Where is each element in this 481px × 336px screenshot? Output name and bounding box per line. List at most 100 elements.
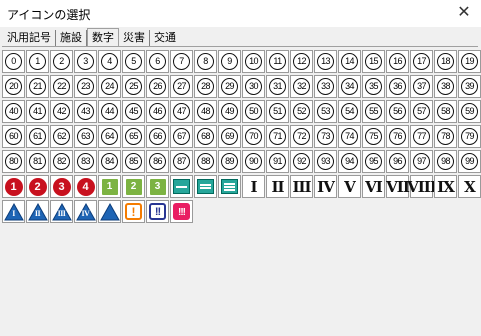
number-icon-cell[interactable]: 84 bbox=[98, 150, 121, 173]
number-icon-cell[interactable]: 97 bbox=[410, 150, 433, 173]
number-icon-cell[interactable]: 7 bbox=[170, 50, 193, 73]
number-icon-cell[interactable]: 22 bbox=[50, 75, 73, 98]
number-icon-cell[interactable]: 87 bbox=[170, 150, 193, 173]
number-icon-cell[interactable]: 29 bbox=[218, 75, 241, 98]
tab-traffic[interactable]: 交通 bbox=[150, 30, 180, 46]
number-icon-cell[interactable]: 48 bbox=[194, 100, 217, 123]
number-icon-cell[interactable]: 96 bbox=[386, 150, 409, 173]
number-icon-cell[interactable]: 99 bbox=[458, 150, 481, 173]
roman-numeral-icon-cell[interactable]: I bbox=[242, 175, 265, 198]
number-icon-cell[interactable]: 20 bbox=[2, 75, 25, 98]
number-icon-cell[interactable]: 46 bbox=[146, 100, 169, 123]
number-icon-cell[interactable]: 74 bbox=[338, 125, 361, 148]
number-icon-cell[interactable]: 67 bbox=[170, 125, 193, 148]
number-icon-cell[interactable]: 70 bbox=[242, 125, 265, 148]
triangle-icon-cell[interactable]: II bbox=[26, 200, 49, 223]
number-icon-cell[interactable]: 9 bbox=[218, 50, 241, 73]
number-icon-cell[interactable]: 33 bbox=[314, 75, 337, 98]
roman-numeral-icon-cell[interactable]: X bbox=[458, 175, 481, 198]
number-icon-cell[interactable]: 0 bbox=[2, 50, 25, 73]
number-icon-cell[interactable]: 75 bbox=[362, 125, 385, 148]
triangle-icon-cell[interactable]: I bbox=[2, 200, 25, 223]
number-icon-cell[interactable]: 45 bbox=[122, 100, 145, 123]
number-icon-cell[interactable]: 57 bbox=[410, 100, 433, 123]
number-icon-cell[interactable]: 8 bbox=[194, 50, 217, 73]
number-icon-cell[interactable]: 32 bbox=[290, 75, 313, 98]
red-number-icon-cell[interactable]: 3 bbox=[50, 175, 73, 198]
number-icon-cell[interactable]: 59 bbox=[458, 100, 481, 123]
number-icon-cell[interactable]: 95 bbox=[362, 150, 385, 173]
number-icon-cell[interactable]: 51 bbox=[266, 100, 289, 123]
number-icon-cell[interactable]: 21 bbox=[26, 75, 49, 98]
number-icon-cell[interactable]: 43 bbox=[74, 100, 97, 123]
number-icon-cell[interactable]: 4 bbox=[98, 50, 121, 73]
close-icon[interactable]: ✕ bbox=[455, 3, 473, 21]
number-icon-cell[interactable]: 81 bbox=[26, 150, 49, 173]
number-icon-cell[interactable]: 89 bbox=[218, 150, 241, 173]
number-icon-cell[interactable]: 78 bbox=[434, 125, 457, 148]
tab-facilities[interactable]: 施設 bbox=[56, 30, 87, 46]
number-icon-cell[interactable]: 53 bbox=[314, 100, 337, 123]
red-number-icon-cell[interactable]: 1 bbox=[2, 175, 25, 198]
number-icon-cell[interactable]: 30 bbox=[242, 75, 265, 98]
number-icon-cell[interactable]: 60 bbox=[2, 125, 25, 148]
number-icon-cell[interactable]: 63 bbox=[74, 125, 97, 148]
number-icon-cell[interactable]: 25 bbox=[122, 75, 145, 98]
number-icon-cell[interactable]: 93 bbox=[314, 150, 337, 173]
roman-numeral-icon-cell[interactable]: III bbox=[290, 175, 313, 198]
number-icon-cell[interactable]: 1 bbox=[26, 50, 49, 73]
green-number-icon-cell[interactable]: 2 bbox=[122, 175, 145, 198]
number-icon-cell[interactable]: 54 bbox=[338, 100, 361, 123]
number-icon-cell[interactable]: 68 bbox=[194, 125, 217, 148]
number-icon-cell[interactable]: 61 bbox=[26, 125, 49, 148]
number-icon-cell[interactable]: 34 bbox=[338, 75, 361, 98]
warning-icon-cell[interactable]: ! bbox=[122, 200, 145, 223]
number-icon-cell[interactable]: 40 bbox=[2, 100, 25, 123]
number-icon-cell[interactable]: 92 bbox=[290, 150, 313, 173]
number-icon-cell[interactable]: 6 bbox=[146, 50, 169, 73]
number-icon-cell[interactable]: 69 bbox=[218, 125, 241, 148]
roman-numeral-icon-cell[interactable]: II bbox=[266, 175, 289, 198]
number-icon-cell[interactable]: 27 bbox=[170, 75, 193, 98]
number-icon-cell[interactable]: 47 bbox=[170, 100, 193, 123]
tab-numbers[interactable]: 数字 bbox=[87, 28, 119, 47]
number-icon-cell[interactable]: 10 bbox=[242, 50, 265, 73]
number-icon-cell[interactable]: 94 bbox=[338, 150, 361, 173]
roman-numeral-icon-cell[interactable]: VII bbox=[386, 175, 410, 198]
number-icon-cell[interactable]: 55 bbox=[362, 100, 385, 123]
number-icon-cell[interactable]: 86 bbox=[146, 150, 169, 173]
number-icon-cell[interactable]: 72 bbox=[290, 125, 313, 148]
number-icon-cell[interactable]: 65 bbox=[122, 125, 145, 148]
number-icon-cell[interactable]: 77 bbox=[410, 125, 433, 148]
number-icon-cell[interactable]: 56 bbox=[386, 100, 409, 123]
number-icon-cell[interactable]: 19 bbox=[458, 50, 481, 73]
number-icon-cell[interactable]: 71 bbox=[266, 125, 289, 148]
number-icon-cell[interactable]: 88 bbox=[194, 150, 217, 173]
number-icon-cell[interactable]: 44 bbox=[98, 100, 121, 123]
roman-numeral-icon-cell[interactable]: VIII bbox=[407, 175, 437, 198]
number-icon-cell[interactable]: 41 bbox=[26, 100, 49, 123]
number-icon-cell[interactable]: 38 bbox=[434, 75, 457, 98]
number-icon-cell[interactable]: 3 bbox=[74, 50, 97, 73]
number-icon-cell[interactable]: 14 bbox=[338, 50, 361, 73]
number-icon-cell[interactable]: 39 bbox=[458, 75, 481, 98]
triangle-icon-cell[interactable]: III bbox=[50, 200, 73, 223]
number-icon-cell[interactable]: 50 bbox=[242, 100, 265, 123]
number-icon-cell[interactable]: 62 bbox=[50, 125, 73, 148]
number-icon-cell[interactable]: 23 bbox=[74, 75, 97, 98]
number-icon-cell[interactable]: 13 bbox=[314, 50, 337, 73]
number-icon-cell[interactable]: 12 bbox=[290, 50, 313, 73]
number-icon-cell[interactable]: 28 bbox=[194, 75, 217, 98]
number-icon-cell[interactable]: 18 bbox=[434, 50, 457, 73]
number-icon-cell[interactable]: 80 bbox=[2, 150, 25, 173]
number-icon-cell[interactable]: 52 bbox=[290, 100, 313, 123]
green-number-icon-cell[interactable]: 1 bbox=[98, 175, 121, 198]
number-icon-cell[interactable]: 58 bbox=[434, 100, 457, 123]
number-icon-cell[interactable]: 79 bbox=[458, 125, 481, 148]
roman-numeral-icon-cell[interactable]: IV bbox=[314, 175, 337, 198]
red-number-icon-cell[interactable]: 2 bbox=[26, 175, 49, 198]
number-icon-cell[interactable]: 36 bbox=[386, 75, 409, 98]
number-icon-cell[interactable]: 17 bbox=[410, 50, 433, 73]
number-icon-cell[interactable]: 66 bbox=[146, 125, 169, 148]
tab-general-symbols[interactable]: 汎用記号 bbox=[3, 30, 56, 46]
